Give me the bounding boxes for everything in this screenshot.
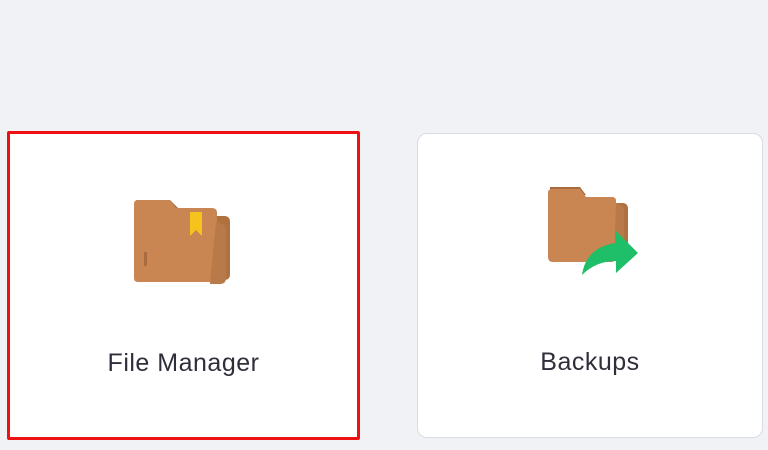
file-manager-label: File Manager xyxy=(107,349,260,377)
backups-card[interactable]: Backups xyxy=(417,133,763,438)
folder-share-arrow-icon xyxy=(530,183,650,283)
file-manager-card[interactable]: File Manager xyxy=(7,131,360,440)
backups-label: Backups xyxy=(540,348,640,376)
folder-bookmark-icon xyxy=(124,194,244,294)
